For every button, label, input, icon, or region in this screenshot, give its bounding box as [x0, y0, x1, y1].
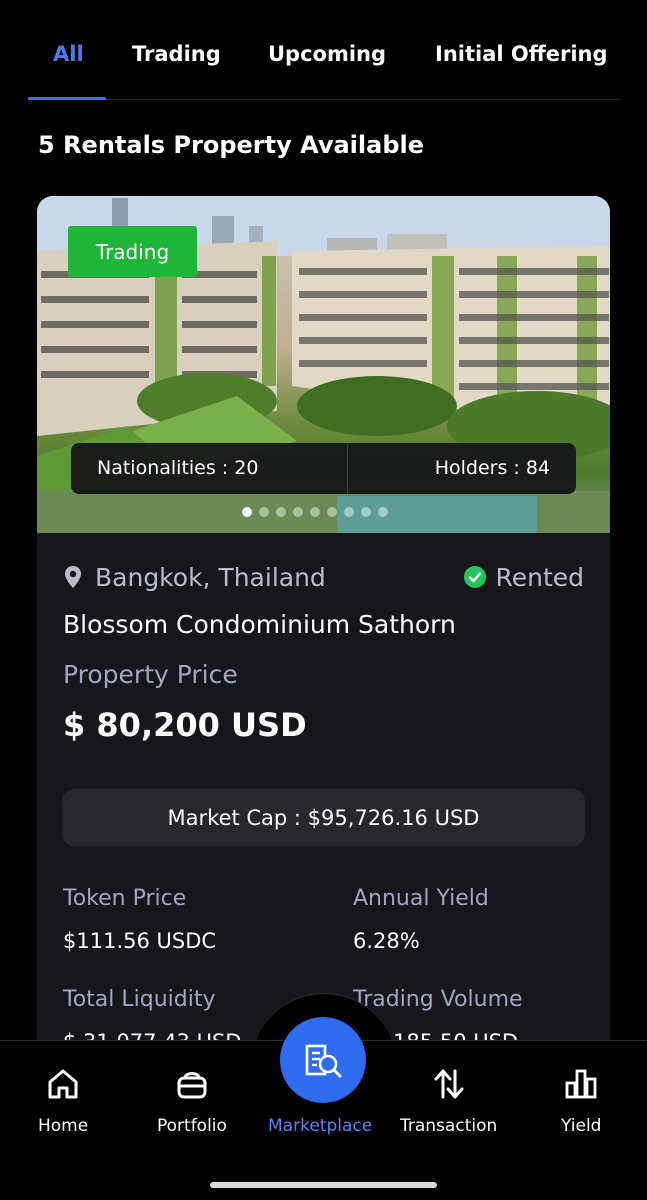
- carousel-dot[interactable]: [310, 507, 320, 517]
- transfer-arrows-icon: [434, 1069, 464, 1099]
- map-pin-icon: [65, 566, 81, 588]
- nav-marketplace-label: Marketplace: [268, 1116, 373, 1136]
- active-tab-indicator: [28, 97, 106, 100]
- holder-stats-bar: Nationalities : 20 Holders : 84: [71, 443, 576, 494]
- location-text: Bangkok, Thailand: [95, 562, 326, 592]
- nav-marketplace[interactable]: Marketplace: [268, 1066, 372, 1136]
- carousel-dot[interactable]: [293, 507, 303, 517]
- carousel-dot[interactable]: [276, 507, 286, 517]
- annual-yield-value: 6.28%: [353, 929, 420, 953]
- property-image[interactable]: Trading Nationalities : 20 Holders : 84: [37, 196, 610, 533]
- carousel-dot[interactable]: [242, 507, 252, 517]
- nav-transaction[interactable]: Transaction: [400, 1066, 497, 1136]
- nav-home-label: Home: [38, 1116, 89, 1136]
- token-price-value: $111.56 USDC: [63, 929, 217, 953]
- portfolio-icon: [177, 1072, 207, 1099]
- carousel-dot[interactable]: [327, 507, 337, 517]
- tab-initial-offering[interactable]: Initial Offering: [435, 42, 608, 66]
- nav-portfolio[interactable]: Portfolio: [157, 1066, 227, 1136]
- home-indicator[interactable]: [210, 1182, 437, 1188]
- stats-divider: [347, 443, 348, 494]
- market-cap: Market Cap : $95,726.16 USD: [62, 789, 585, 846]
- property-price-label: Property Price: [63, 660, 238, 689]
- property-price-value: $ 80,200 USD: [63, 706, 307, 744]
- check-circle-icon: [464, 566, 487, 588]
- tab-trading[interactable]: Trading: [132, 42, 221, 66]
- bar-chart-icon: [565, 1069, 597, 1099]
- carousel-dot[interactable]: [259, 507, 269, 517]
- carousel-dot[interactable]: [378, 507, 388, 517]
- category-tabs: All Trading Upcoming Initial Offering: [28, 0, 620, 100]
- token-price-label: Token Price: [63, 886, 187, 911]
- carousel-dots[interactable]: [242, 506, 388, 518]
- carousel-dot[interactable]: [344, 507, 354, 517]
- nav-portfolio-label: Portfolio: [157, 1116, 227, 1136]
- rental-status-text: Rented: [495, 562, 584, 592]
- location: Bangkok, Thailand: [63, 562, 326, 592]
- nationalities-count: Nationalities : 20: [97, 457, 259, 479]
- property-name: Blossom Condominium Sathorn: [63, 610, 456, 639]
- home-icon: [48, 1069, 78, 1099]
- total-liquidity-label: Total Liquidity: [63, 987, 216, 1012]
- section-title: 5 Rentals Property Available: [38, 131, 425, 159]
- trading-status-badge: Trading: [68, 226, 197, 277]
- rental-status: Rented: [464, 562, 584, 592]
- tab-all[interactable]: All: [53, 42, 84, 66]
- tab-upcoming[interactable]: Upcoming: [268, 42, 386, 66]
- nav-yield-label: Yield: [561, 1116, 602, 1136]
- nav-home[interactable]: Home: [38, 1066, 88, 1136]
- nav-transaction-label: Transaction: [400, 1116, 498, 1136]
- property-card[interactable]: Trading Nationalities : 20 Holders : 84 …: [37, 196, 610, 1096]
- holders-count: Holders : 84: [434, 457, 550, 479]
- nav-marketplace-spacer: [302, 1066, 338, 1102]
- trading-volume-label: Trading Volume: [353, 987, 523, 1012]
- carousel-dot[interactable]: [361, 507, 371, 517]
- nav-yield[interactable]: Yield: [561, 1066, 601, 1136]
- annual-yield-label: Annual Yield: [353, 886, 489, 911]
